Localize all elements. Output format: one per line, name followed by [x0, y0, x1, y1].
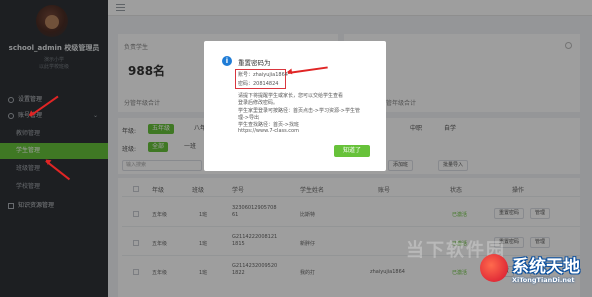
ok-button[interactable]: 知道了: [334, 145, 370, 157]
dialog-title: 重置密码为: [238, 59, 271, 67]
reset-password-dialog: i 重置密码为 账号：zhaiyujia1864 密码：20814824 请提下…: [204, 41, 386, 171]
watermark-url: XiTongTianDi.net: [512, 276, 575, 284]
brand-logo-icon: [480, 254, 508, 282]
dialog-url: https://www.7-class.com: [238, 128, 299, 134]
dialog-text: 登录后修改密码。: [238, 100, 279, 106]
password-line: 密码：20814824: [238, 81, 279, 87]
watermark-logo: 系统天地 XiTongTianDi.net: [478, 248, 590, 294]
dialog-text: 理->导出: [238, 115, 259, 121]
dialog-text: 请提下将提醒学生或家长，您可以交给学生查看: [238, 93, 344, 99]
info-icon: i: [222, 56, 232, 66]
watermark-title: 系统天地: [512, 257, 580, 277]
dialog-text: 学生家里登录可按路径：首页点击->学习资源->学生管: [238, 108, 360, 114]
dialog-text: 学生查找路径：首页->找班: [238, 122, 299, 128]
account-line: 账号：zhaiyujia1864: [238, 72, 288, 78]
